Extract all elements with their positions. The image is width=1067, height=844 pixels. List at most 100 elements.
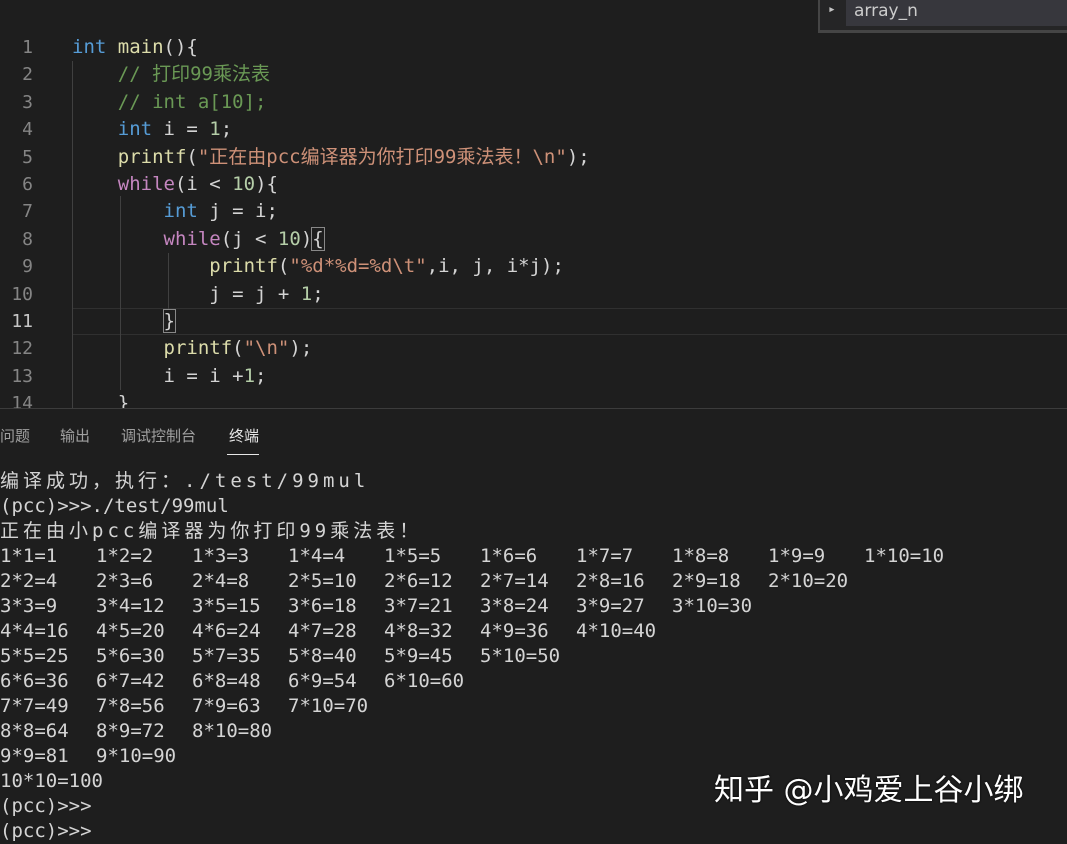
- terminal-cell: 5*10=50: [480, 645, 561, 667]
- code-token: (: [186, 145, 198, 168]
- line-number: 7: [22, 201, 33, 223]
- terminal-cell: 7*9=63: [192, 695, 261, 717]
- terminal-cell: 3*5=15: [192, 595, 261, 617]
- code-token: int: [163, 200, 198, 223]
- terminal-cell: 1*2=2: [96, 545, 154, 567]
- outline-item-label[interactable]: array_n: [854, 0, 918, 22]
- code-token: while: [117, 173, 175, 195]
- terminal-cell: 1*9=9: [768, 545, 826, 567]
- code-line[interactable]: 11 }: [0, 308, 1067, 335]
- code-token: ;: [312, 282, 324, 305]
- code-line[interactable]: 4 int i = 1;: [0, 116, 1067, 143]
- code-token: (){: [163, 36, 198, 58]
- terminal-cell: 1*8=8: [672, 545, 730, 567]
- tab-problems[interactable]: 问题: [0, 425, 30, 446]
- line-number: 11: [11, 311, 33, 332]
- terminal-cell: 2*9=18: [672, 570, 741, 592]
- terminal-prompt: (pcc)>>>: [0, 820, 92, 842]
- code-line[interactable]: 2 // 打印99乘法表: [0, 61, 1067, 88]
- terminal-cell: 5*8=40: [288, 645, 357, 667]
- code-token: printf: [209, 255, 278, 278]
- terminal-cell: 1*7=7: [576, 545, 634, 567]
- line-number: 2: [22, 64, 33, 86]
- code-token: ,i, j, i*j);: [426, 255, 564, 278]
- code-line[interactable]: 14 }: [0, 390, 1067, 408]
- code-token: main: [117, 36, 164, 58]
- code-text: }: [72, 308, 177, 335]
- terminal-prompt: (pcc)>>>: [0, 795, 92, 817]
- terminal-cell: 5*5=25: [0, 645, 69, 667]
- code-line[interactable]: 8 while(j < 10){: [0, 226, 1067, 253]
- code-token: 1: [243, 364, 256, 387]
- code-line[interactable]: 9 printf("%d*%d=%d\t",i, j, i*j);: [0, 253, 1067, 280]
- line-number: 10: [11, 283, 33, 305]
- terminal-cell: 8*8=64: [0, 720, 69, 742]
- terminal-cell: 5*7=35: [192, 645, 261, 667]
- terminal-cell: 5*6=30: [96, 645, 165, 667]
- code-line[interactable]: 6 while(i < 10){: [0, 171, 1067, 198]
- line-number: 1: [22, 37, 33, 58]
- code-token: printf: [117, 145, 187, 168]
- line-number: 5: [22, 146, 33, 168]
- tab-terminal[interactable]: 终端: [229, 425, 259, 446]
- code-token: i = i +: [72, 364, 244, 387]
- code-line[interactable]: 12 printf("\n");: [0, 335, 1067, 362]
- tab-debug-console[interactable]: 调试控制台: [121, 425, 196, 446]
- outline-peek[interactable]: ▸ array_n: [818, 0, 1067, 33]
- tab-output[interactable]: 输出: [60, 425, 90, 446]
- code-token: i =: [152, 118, 210, 141]
- code-token: );: [289, 337, 313, 360]
- terminal-cell: 2*5=10: [288, 570, 357, 592]
- terminal-cell: 4*5=20: [96, 620, 165, 642]
- line-number: 9: [22, 256, 33, 278]
- terminal-cell: 2*6=12: [384, 570, 453, 592]
- terminal-cell: 3*9=27: [576, 595, 645, 617]
- terminal-cell: 1*1=1: [0, 545, 58, 567]
- terminal-cell: 3*10=30: [672, 595, 753, 617]
- terminal-cell: 7*8=56: [96, 695, 165, 717]
- code-text: printf("正在由pcc编译器为你打印99乘法表！\n");: [72, 144, 590, 171]
- terminal-cell: 3*8=24: [480, 595, 549, 617]
- terminal-cell: 1*10=10: [864, 545, 945, 567]
- terminal-cell: 5*9=45: [384, 645, 453, 667]
- code-text: while(i < 10){: [72, 171, 278, 198]
- code-text: while(j < 10){: [72, 226, 325, 253]
- code-line[interactable]: 7 int j = i;: [0, 198, 1067, 225]
- line-number: 12: [11, 338, 33, 360]
- code-token: 1: [209, 118, 221, 141]
- code-token: while: [163, 227, 221, 250]
- code-token: int: [72, 36, 107, 58]
- code-token: // int a[10];: [72, 90, 267, 113]
- line-number: 14: [11, 393, 33, 408]
- terminal-cell: 4*9=36: [480, 620, 549, 642]
- line-number: 6: [22, 174, 33, 195]
- chevron-right-icon[interactable]: ▸: [828, 2, 836, 17]
- code-line[interactable]: 13 i = i +1;: [0, 363, 1067, 390]
- code-line[interactable]: 3 // int a[10];: [0, 89, 1067, 116]
- terminal-cell: 6*6=36: [0, 670, 69, 692]
- code-token: (i <: [174, 173, 233, 195]
- code-editor[interactable]: 1 int main(){ 2 // 打印99乘法表 3 // int a[10]; 4…: [0, 0, 1067, 408]
- code-line[interactable]: 1 int main(){: [0, 34, 1067, 61]
- active-tab-indicator: [227, 454, 259, 455]
- code-line[interactable]: 5 printf("正在由pcc编译器为你打印99乘法表！\n");: [0, 144, 1067, 171]
- terminal-row: 2*2=4 2*3=6 2*4=8 2*5=10 2*6=12 2*7=14 2*8=16 2…: [0, 569, 1067, 594]
- watermark: 知乎 @小鸡爱上谷小绑: [714, 773, 1024, 808]
- terminal-cell: 6*9=54: [288, 670, 357, 692]
- terminal-row: 3*3=9 3*4=12 3*5=15 3*6=18 3*7=21 3*8=24 3*9=2…: [0, 594, 1067, 619]
- code-line[interactable]: 10 j = j + 1;: [0, 281, 1067, 308]
- terminal-row: 6*6=36 6*7=42 6*8=48 6*9=54 6*10=60: [0, 669, 1067, 694]
- terminal-cell: 3*7=21: [384, 595, 453, 617]
- terminal-cell: 10*10=100: [0, 770, 103, 792]
- code-token: );: [566, 145, 590, 168]
- terminal-row: 4*4=16 4*5=20 4*6=24 4*7=28 4*8=32 4*9=36 4*10…: [0, 619, 1067, 644]
- terminal-cell: 6*10=60: [384, 670, 465, 692]
